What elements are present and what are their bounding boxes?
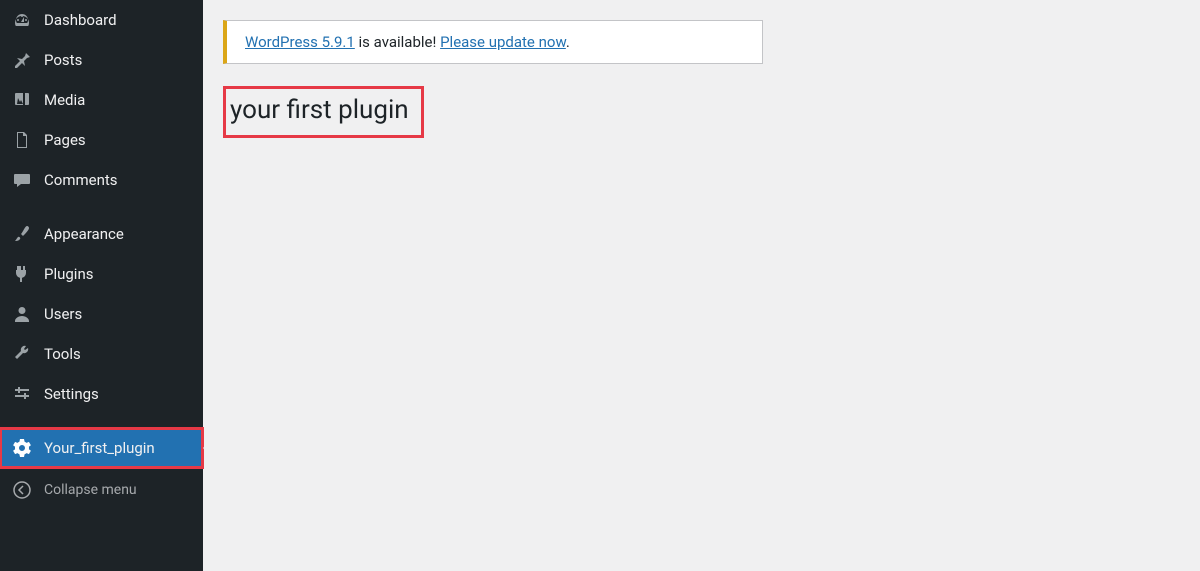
sidebar-label: Media [44, 91, 85, 109]
notice-text-mid: is available! [355, 33, 440, 51]
sidebar-label: Posts [44, 51, 82, 69]
dashboard-icon [12, 10, 32, 30]
plug-icon [12, 264, 32, 284]
main-content: WordPress 5.9.1 is available! Please upd… [203, 0, 1200, 571]
sidebar-label: Users [44, 305, 82, 323]
sidebar-item-users[interactable]: Users [0, 294, 203, 334]
sidebar-label: Settings [44, 385, 99, 403]
sidebar-item-pages[interactable]: Pages [0, 120, 203, 160]
comment-icon [12, 170, 32, 190]
pin-icon [12, 50, 32, 70]
sidebar-label: Appearance [44, 225, 124, 243]
sidebar-label: Tools [44, 345, 81, 363]
sidebar-item-dashboard[interactable]: Dashboard [0, 0, 203, 40]
notice-text-end: . [566, 33, 570, 51]
gear-icon [12, 438, 32, 458]
brush-icon [12, 224, 32, 244]
admin-sidebar: Dashboard Posts Media Pages Comments App… [0, 0, 203, 571]
media-icon [12, 90, 32, 110]
user-icon [12, 304, 32, 324]
collapse-menu[interactable]: Collapse menu [0, 470, 203, 510]
sidebar-item-your-first-plugin[interactable]: Your_first_plugin [0, 428, 203, 468]
sidebar-item-settings[interactable]: Settings [0, 374, 203, 414]
sidebar-item-appearance[interactable]: Appearance [0, 214, 203, 254]
sidebar-item-comments[interactable]: Comments [0, 160, 203, 200]
sidebar-label: Your_first_plugin [44, 439, 155, 457]
sliders-icon [12, 384, 32, 404]
sidebar-label: Comments [44, 171, 118, 189]
wp-version-link[interactable]: WordPress 5.9.1 [245, 33, 355, 51]
update-notice: WordPress 5.9.1 is available! Please upd… [223, 20, 763, 64]
sidebar-label: Plugins [44, 265, 93, 283]
sidebar-label: Dashboard [44, 11, 117, 29]
update-now-link[interactable]: Please update now [440, 33, 566, 51]
sidebar-item-plugins[interactable]: Plugins [0, 254, 203, 294]
collapse-label: Collapse menu [44, 482, 137, 498]
page-icon [12, 130, 32, 150]
wrench-icon [12, 344, 32, 364]
sidebar-item-tools[interactable]: Tools [0, 334, 203, 374]
page-title-highlight: your first plugin [223, 86, 424, 138]
sidebar-item-media[interactable]: Media [0, 80, 203, 120]
sidebar-item-posts[interactable]: Posts [0, 40, 203, 80]
sidebar-label: Pages [44, 131, 86, 149]
page-title: your first plugin [230, 95, 409, 125]
collapse-icon [12, 480, 32, 500]
